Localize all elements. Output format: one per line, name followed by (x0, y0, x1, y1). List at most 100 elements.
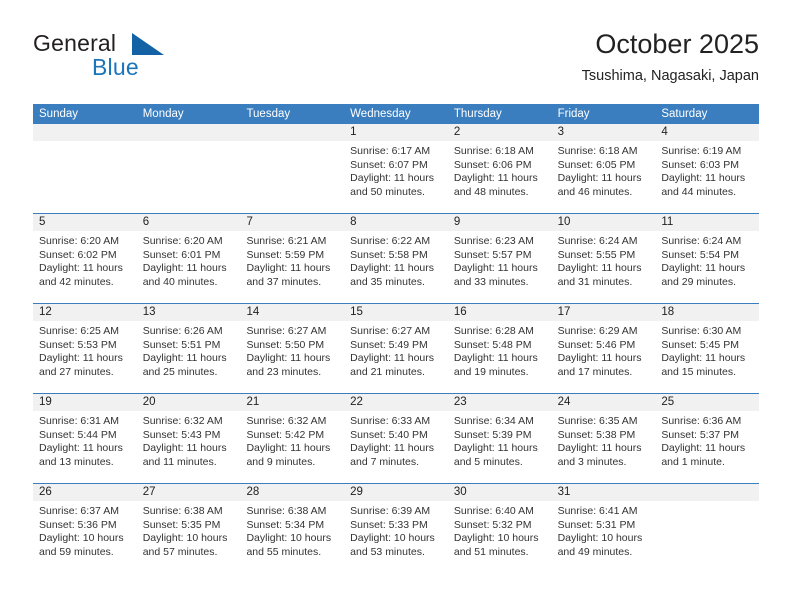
daylight-text-line1: Daylight: 11 hours (246, 352, 331, 365)
day-details: Sunrise: 6:39 AM Sunset: 5:33 PM Daylight:… (344, 501, 448, 559)
calendar-day-cell[interactable]: 18 Sunrise: 6:30 AM Sunset: 5:45 PM Dayligh… (655, 304, 760, 393)
calendar-week-row: 12 Sunrise: 6:25 AM Sunset: 5:53 PM Dayligh… (33, 303, 760, 393)
daylight-text-line1: Daylight: 11 hours (142, 352, 227, 365)
calendar-day-cell[interactable]: 20 Sunrise: 6:32 AM Sunset: 5:43 PM Dayligh… (136, 394, 241, 483)
sunrise-text: Sunrise: 6:40 AM (453, 505, 534, 517)
day-number: 28 (240, 484, 345, 501)
calendar-day-cell[interactable]: 3 Sunrise: 6:18 AM Sunset: 6:05 PM Daylight… (551, 124, 656, 213)
title-block: October 2025 Tsushima, Nagasaki, Japan (582, 28, 759, 86)
sunset-text: Sunset: 5:35 PM (142, 518, 221, 531)
calendar-day-cell[interactable]: 11 Sunrise: 6:24 AM Sunset: 5:54 PM Dayligh… (655, 214, 760, 303)
day-details: Sunrise: 6:40 AM Sunset: 5:32 PM Daylight:… (448, 501, 552, 559)
day-details: Sunrise: 6:18 AM Sunset: 6:06 PM Daylight:… (448, 141, 552, 199)
daylight-text-line2: and 46 minutes. (557, 185, 633, 198)
weekday-header-saturday: Saturday (661, 108, 708, 120)
calendar-day-cell[interactable]: 14 Sunrise: 6:27 AM Sunset: 5:50 PM Dayligh… (240, 304, 345, 393)
week-cells: 19 Sunrise: 6:31 AM Sunset: 5:44 PM Dayligh… (33, 394, 760, 483)
day-number: 10 (551, 214, 656, 231)
sunset-text: Sunset: 6:02 PM (39, 248, 117, 261)
daylight-text-line1: Daylight: 11 hours (661, 352, 746, 365)
calendar-day-cell[interactable]: 30 Sunrise: 6:40 AM Sunset: 5:32 PM Dayligh… (447, 484, 552, 573)
calendar-day-cell[interactable]: 10 Sunrise: 6:24 AM Sunset: 5:55 PM Dayligh… (551, 214, 656, 303)
calendar-day-cell[interactable]: 12 Sunrise: 6:25 AM Sunset: 5:53 PM Dayligh… (33, 304, 137, 393)
calendar-day-cell[interactable]: 24 Sunrise: 6:35 AM Sunset: 5:38 PM Dayligh… (551, 394, 656, 483)
sunset-text: Sunset: 5:39 PM (453, 428, 532, 441)
daylight-text-line1: Daylight: 11 hours (557, 262, 642, 275)
day-details: Sunrise: 6:20 AM Sunset: 6:01 PM Daylight:… (137, 231, 241, 289)
calendar-day-cell-empty (33, 124, 137, 213)
calendar-day-cell[interactable]: 23 Sunrise: 6:34 AM Sunset: 5:39 PM Dayligh… (447, 394, 552, 483)
daylight-text-line1: Daylight: 11 hours (557, 352, 642, 365)
calendar-day-cell[interactable]: 26 Sunrise: 6:37 AM Sunset: 5:36 PM Dayligh… (33, 484, 137, 573)
sunset-text: Sunset: 5:55 PM (557, 248, 636, 261)
calendar-day-cell[interactable]: 2 Sunrise: 6:18 AM Sunset: 6:06 PM Daylight… (447, 124, 552, 213)
calendar-day-cell[interactable]: 27 Sunrise: 6:38 AM Sunset: 5:35 PM Dayligh… (136, 484, 241, 573)
sunrise-text: Sunrise: 6:23 AM (453, 235, 534, 247)
daylight-text-line1: Daylight: 10 hours (142, 532, 228, 545)
daylight-text-line2: and 55 minutes. (246, 545, 322, 558)
day-details: Sunrise: 6:36 AM Sunset: 5:37 PM Daylight:… (655, 411, 759, 469)
calendar-week-row: 1 Sunrise: 6:17 AM Sunset: 6:07 PM Daylight… (33, 124, 760, 213)
daylight-text-line2: and 31 minutes. (557, 275, 633, 288)
daylight-text-line1: Daylight: 11 hours (557, 172, 642, 185)
day-number: 6 (136, 214, 241, 231)
daylight-text-line2: and 59 minutes. (39, 545, 114, 558)
daylight-text-line2: and 44 minutes. (661, 185, 737, 198)
sunrise-text: Sunrise: 6:36 AM (661, 415, 742, 427)
calendar-day-cell[interactable]: 13 Sunrise: 6:26 AM Sunset: 5:51 PM Dayligh… (136, 304, 241, 393)
calendar-day-cell[interactable]: 5 Sunrise: 6:20 AM Sunset: 6:02 PM Daylight… (33, 214, 137, 303)
day-details: Sunrise: 6:23 AM Sunset: 5:57 PM Daylight:… (448, 231, 552, 289)
sunset-text: Sunset: 5:50 PM (246, 338, 325, 351)
day-details: Sunrise: 6:17 AM Sunset: 6:07 PM Daylight:… (344, 141, 448, 199)
daylight-text-line1: Daylight: 11 hours (453, 442, 538, 455)
calendar-day-cell[interactable]: 9 Sunrise: 6:23 AM Sunset: 5:57 PM Daylight… (447, 214, 552, 303)
calendar-day-cell[interactable]: 6 Sunrise: 6:20 AM Sunset: 6:01 PM Daylight… (136, 214, 241, 303)
calendar-day-cell[interactable]: 4 Sunrise: 6:19 AM Sunset: 6:03 PM Daylight… (655, 124, 760, 213)
calendar-day-cell[interactable]: 31 Sunrise: 6:41 AM Sunset: 5:31 PM Dayligh… (551, 484, 656, 573)
brand-name-general: General (33, 30, 117, 56)
sunset-text: Sunset: 5:58 PM (350, 248, 428, 261)
calendar-day-cell[interactable]: 29 Sunrise: 6:39 AM Sunset: 5:33 PM Dayligh… (344, 484, 448, 573)
calendar-day-cell[interactable]: 21 Sunrise: 6:32 AM Sunset: 5:42 PM Dayligh… (240, 394, 345, 483)
day-details: Sunrise: 6:30 AM Sunset: 5:45 PM Daylight:… (655, 321, 759, 379)
calendar-day-cell[interactable]: 17 Sunrise: 6:29 AM Sunset: 5:46 PM Dayligh… (551, 304, 656, 393)
calendar-day-cell[interactable]: 7 Sunrise: 6:21 AM Sunset: 5:59 PM Daylight… (240, 214, 345, 303)
day-number: 26 (33, 484, 137, 501)
calendar-day-cell[interactable]: 1 Sunrise: 6:17 AM Sunset: 6:07 PM Daylight… (344, 124, 448, 213)
brand-logo[interactable]: General Blue (33, 28, 263, 90)
daylight-text-line1: Daylight: 11 hours (39, 442, 123, 455)
daylight-text-line2: and 25 minutes. (142, 365, 218, 378)
calendar-day-cell[interactable]: 15 Sunrise: 6:27 AM Sunset: 5:49 PM Dayligh… (344, 304, 448, 393)
sunrise-text: Sunrise: 6:18 AM (453, 145, 534, 157)
daylight-text-line2: and 11 minutes. (142, 455, 217, 468)
sunset-text: Sunset: 6:07 PM (350, 158, 428, 171)
triangle-logo-icon (132, 33, 164, 55)
sunrise-text: Sunrise: 6:24 AM (661, 235, 742, 247)
weekday-header-thursday: Thursday (453, 108, 502, 120)
calendar-day-cell[interactable]: 22 Sunrise: 6:33 AM Sunset: 5:40 PM Dayligh… (344, 394, 448, 483)
day-number (655, 484, 760, 501)
sunrise-text: Sunrise: 6:38 AM (142, 505, 223, 517)
sunset-text: Sunset: 5:53 PM (39, 338, 117, 351)
calendar-day-cell[interactable]: 25 Sunrise: 6:36 AM Sunset: 5:37 PM Dayligh… (655, 394, 760, 483)
calendar-day-cell[interactable]: 16 Sunrise: 6:28 AM Sunset: 5:48 PM Dayligh… (447, 304, 552, 393)
daylight-text-line2: and 17 minutes. (557, 365, 633, 378)
daylight-text-line1: Daylight: 11 hours (350, 352, 435, 365)
day-number: 15 (344, 304, 448, 321)
day-number: 9 (447, 214, 552, 231)
sunset-text: Sunset: 5:45 PM (661, 338, 739, 351)
sunrise-text: Sunrise: 6:35 AM (557, 415, 638, 427)
sunset-text: Sunset: 5:34 PM (246, 518, 325, 531)
day-details: Sunrise: 6:27 AM Sunset: 5:50 PM Daylight:… (240, 321, 344, 379)
day-number (33, 124, 137, 141)
sunrise-text: Sunrise: 6:39 AM (350, 505, 431, 517)
calendar-day-cell[interactable]: 19 Sunrise: 6:31 AM Sunset: 5:44 PM Dayligh… (33, 394, 137, 483)
calendar-day-cell[interactable]: 8 Sunrise: 6:22 AM Sunset: 5:58 PM Daylight… (344, 214, 448, 303)
calendar-day-cell[interactable]: 28 Sunrise: 6:38 AM Sunset: 5:34 PM Dayligh… (240, 484, 345, 573)
daylight-text-line1: Daylight: 11 hours (39, 262, 123, 275)
daylight-text-line2: and 48 minutes. (453, 185, 529, 198)
sunrise-text: Sunrise: 6:32 AM (246, 415, 327, 427)
sunrise-text: Sunrise: 6:19 AM (661, 145, 742, 157)
week-cells: 26 Sunrise: 6:37 AM Sunset: 5:36 PM Dayligh… (33, 484, 760, 573)
day-details: Sunrise: 6:26 AM Sunset: 5:51 PM Daylight:… (137, 321, 241, 379)
